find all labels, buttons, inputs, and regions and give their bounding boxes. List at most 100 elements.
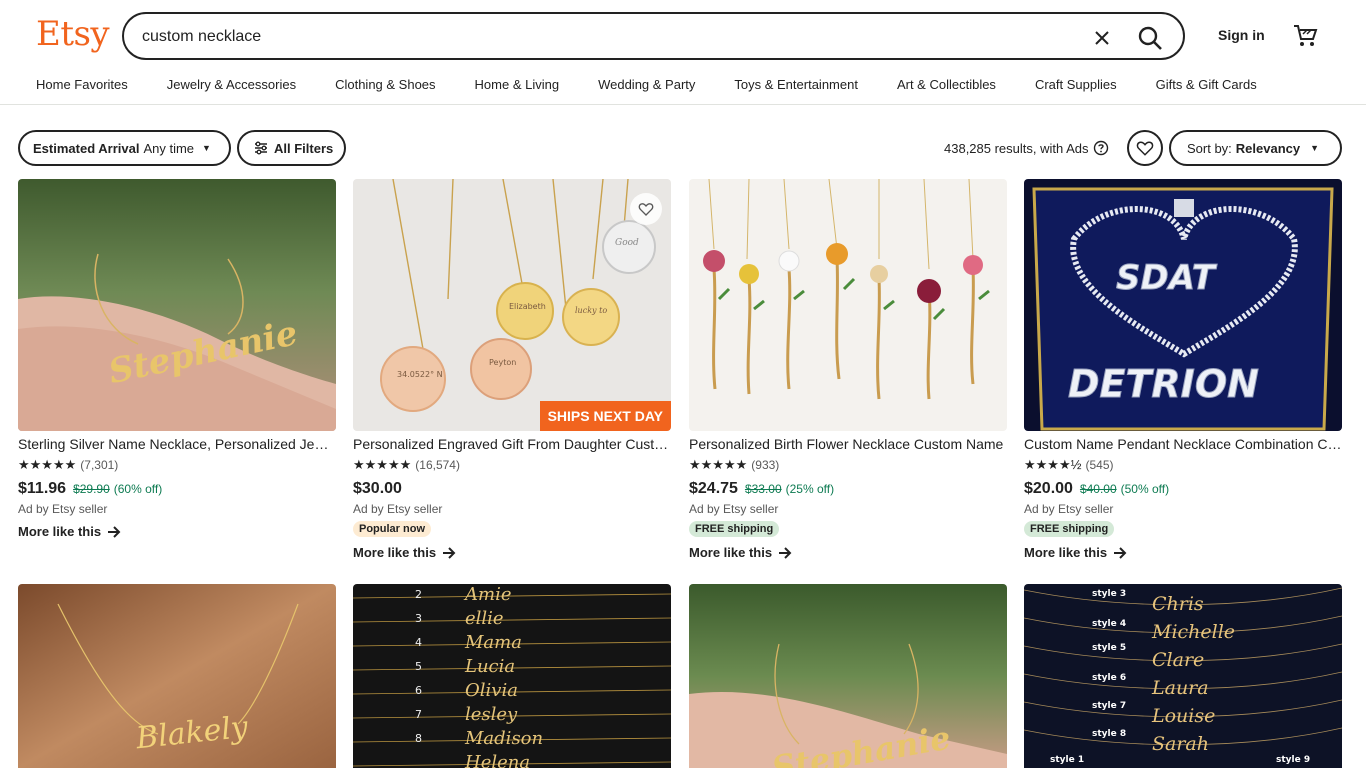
listing-image[interactable] (689, 179, 1007, 431)
svg-text:Elizabeth: Elizabeth (509, 302, 546, 311)
listing-card[interactable]: SDAT DETRION Custom Name Pendant Necklac… (1024, 179, 1342, 560)
star-rating: ★★★★★ (18, 457, 77, 472)
more-like-this-label: More like this (1024, 545, 1108, 560)
original-price: $29.90 (73, 482, 110, 496)
style-number-label: 4 (415, 636, 422, 649)
discount-percent: (25% off) (785, 482, 835, 496)
sort-dropdown[interactable]: Sort by: Relevancy ▼ (1169, 130, 1342, 166)
style-number-label: 5 (415, 660, 422, 673)
sale-price: $30.00 (353, 480, 402, 497)
search-input[interactable] (142, 24, 1042, 50)
more-like-this-link[interactable]: More like this (1024, 545, 1342, 560)
listing-image[interactable]: 34.0522° N Peyton Elizabeth lucky to Goo… (353, 179, 671, 431)
review-count: (545) (1085, 458, 1114, 472)
necklace-name-text: ellie (465, 608, 504, 629)
star-rating: ★★★★½ (1024, 457, 1082, 472)
nav-item-jewelry[interactable]: Jewelry & Accessories (167, 77, 296, 95)
listing-image[interactable]: SDAT DETRION (1024, 179, 1342, 431)
pendant-text-1: SDAT (1116, 258, 1218, 298)
caret-down-icon: ▼ (1310, 143, 1320, 153)
arrow-right-icon (108, 525, 121, 538)
popular-now-badge: Popular now (353, 521, 431, 537)
cart-icon[interactable] (1292, 22, 1318, 48)
more-like-this-link[interactable]: More like this (689, 545, 1007, 560)
style-label: style 5 (1092, 643, 1126, 653)
nav-item-art[interactable]: Art & Collectibles (897, 77, 996, 95)
listing-card[interactable]: Amie ellie Mama Lucia Olivia lesley Madison Hel… (353, 584, 671, 768)
necklace-name-text: Lucia (464, 656, 515, 677)
listing-image[interactable]: Stephanie (689, 584, 1007, 768)
etsy-logo[interactable]: Etsy (36, 14, 110, 54)
necklace-name-text: Chris (1152, 593, 1204, 615)
all-filters-label: All Filters (274, 140, 334, 156)
favorite-button[interactable] (630, 193, 662, 225)
search-bar[interactable] (122, 12, 1185, 60)
necklace-name-text: Louise (1151, 705, 1215, 727)
listing-title[interactable]: Custom Name Pendant Necklace Combination… (1024, 436, 1342, 454)
svg-text:lucky to: lucky to (575, 306, 607, 315)
all-filters-button[interactable]: All Filters (237, 130, 346, 166)
necklace-name-text: lesley (465, 704, 518, 725)
listing-rating: ★★★★★ (16,574) (353, 457, 671, 473)
more-like-this-label: More like this (18, 524, 102, 539)
save-search-button[interactable] (1127, 130, 1163, 166)
more-like-this-label: More like this (353, 545, 437, 560)
search-icon[interactable] (1136, 24, 1164, 52)
listing-title[interactable]: Sterling Silver Name Necklace, Personali… (18, 436, 336, 454)
nav-item-gifts[interactable]: Gifts & Gift Cards (1156, 77, 1257, 95)
heart-icon (638, 203, 654, 216)
listing-card[interactable]: Stephanie Sterling Silver Name Necklace,… (18, 179, 336, 539)
listing-title[interactable]: Personalized Birth Flower Necklace Custo… (689, 436, 1007, 454)
estimated-arrival-dropdown[interactable]: Estimated Arrival Any time ▼ (18, 130, 231, 166)
listing-card[interactable]: Stephanie (689, 584, 1007, 768)
clear-icon[interactable] (1090, 26, 1114, 50)
ships-next-day-badge: SHIPS NEXT DAY (539, 401, 671, 431)
help-icon[interactable] (1093, 140, 1109, 156)
listing-image[interactable]: Blakely (18, 584, 336, 768)
sort-value: Relevancy (1235, 140, 1301, 156)
more-like-this-link[interactable]: More like this (18, 524, 336, 539)
sign-in-link[interactable]: Sign in (1218, 27, 1265, 43)
header: Etsy Sign in Home Favorites Jewelry & Ac… (0, 0, 1366, 105)
style-number-label: 6 (415, 684, 422, 697)
listing-title[interactable]: Personalized Engraved Gift From Daughter… (353, 436, 671, 454)
style-label: style 4 (1092, 619, 1126, 629)
listing-card[interactable]: Blakely (18, 584, 336, 768)
nav-item-toys[interactable]: Toys & Entertainment (734, 77, 858, 95)
more-like-this-link[interactable]: More like this (353, 545, 671, 560)
sale-price: $24.75 (689, 480, 738, 497)
sort-label: Sort by: (1187, 140, 1232, 156)
ad-label: Ad by Etsy seller (1024, 502, 1114, 516)
listing-image[interactable]: Stephanie (18, 179, 336, 431)
discount-percent: (60% off) (113, 482, 163, 496)
style-number-label: 2 (415, 588, 422, 601)
discount-percent: (50% off) (1120, 482, 1170, 496)
necklace-name-text: Helena (464, 752, 530, 768)
listing-card[interactable]: 34.0522° N Peyton Elizabeth lucky to Goo… (353, 179, 671, 560)
category-nav: Home Favorites Jewelry & Accessories Clo… (36, 77, 1257, 95)
style-label: style 8 (1092, 729, 1126, 739)
style-label: style 6 (1092, 673, 1126, 683)
results-count: 438,285 results, with Ads (944, 140, 1109, 156)
nav-item-home-living[interactable]: Home & Living (475, 77, 560, 95)
style-number-label: 8 (415, 732, 422, 745)
nav-item-wedding[interactable]: Wedding & Party (598, 77, 695, 95)
necklace-name-text: Sarah (1152, 733, 1209, 755)
nav-item-craft[interactable]: Craft Supplies (1035, 77, 1117, 95)
caret-down-icon: ▼ (202, 143, 211, 153)
listing-image[interactable]: Amie ellie Mama Lucia Olivia lesley Madison Hel… (353, 584, 671, 768)
style-label: style 9 (1276, 755, 1310, 765)
review-count: (933) (751, 458, 780, 472)
listing-card[interactable]: Personalized Birth Flower Necklace Custo… (689, 179, 1007, 560)
ad-label: Ad by Etsy seller (689, 502, 779, 516)
nav-item-home-favorites[interactable]: Home Favorites (36, 77, 128, 95)
price-row: $24.75 $33.00 (25% off) (689, 480, 1007, 498)
necklace-name-text: Laura (1151, 677, 1209, 699)
style-label: style 3 (1092, 589, 1126, 599)
listing-card[interactable]: style 3 style 4 style 5 style 6 style 7 style… (1024, 584, 1342, 768)
nav-item-clothing[interactable]: Clothing & Shoes (335, 77, 435, 95)
necklace-name-text: Michelle (1151, 621, 1235, 643)
listing-image[interactable]: style 3 style 4 style 5 style 6 style 7 style… (1024, 584, 1342, 768)
sale-price: $11.96 (18, 480, 67, 497)
svg-text:34.0522° N: 34.0522° N (397, 370, 443, 379)
